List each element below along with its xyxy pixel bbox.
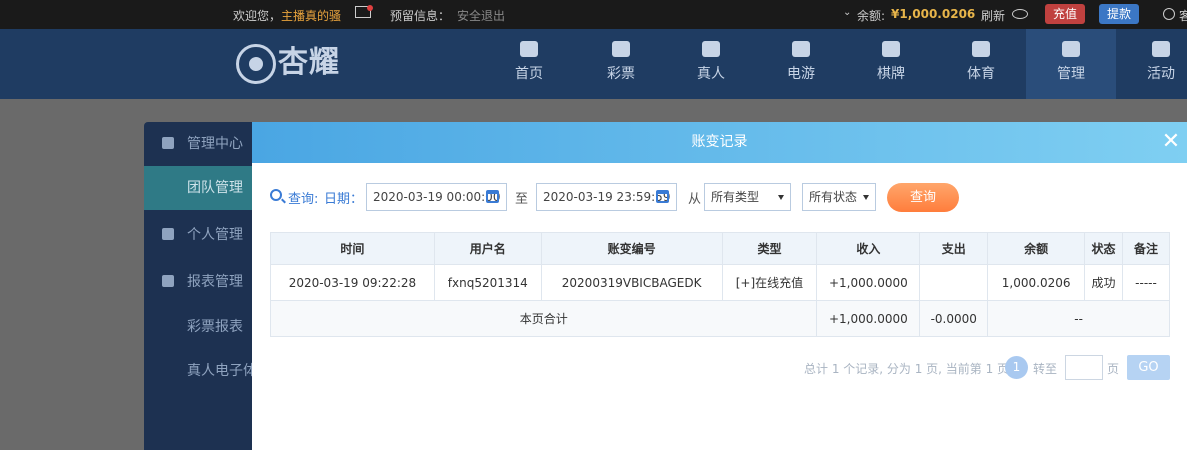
summary-row: 本页合计 +1,000.0000 -0.0000 -- <box>269 300 1170 337</box>
chevron-down-icon <box>778 195 784 200</box>
withdraw-button[interactable]: 提款 <box>1099 4 1140 24</box>
users-icon <box>1062 41 1080 57</box>
chevron-down-icon <box>863 195 869 200</box>
balance-label: 余额: <box>857 9 886 23</box>
chat-icon[interactable] <box>1163 8 1175 20</box>
summary-label: 本页合计 <box>269 300 818 337</box>
calendar-icon[interactable] <box>486 190 499 203</box>
top-bar: 欢迎您，主播真的骚 预留信息： 安全退出 ⌄ 余额: ¥1,000.0206 刷… <box>0 0 1187 29</box>
page-unit-label: 页 <box>1107 362 1120 376</box>
nav-item-manage[interactable]: 管理 <box>1026 29 1116 99</box>
col-header: 类型 <box>721 232 818 265</box>
cell-income: +1,000.0000 <box>816 264 921 301</box>
status-select[interactable]: 所有状态 <box>802 183 876 211</box>
mail-icon[interactable] <box>355 5 373 18</box>
cell-user: fxnq5201314 <box>433 264 542 301</box>
col-header: 用户名 <box>433 232 542 265</box>
cell-expense <box>919 264 989 301</box>
nav-item-promo[interactable]: 活动 <box>1126 41 1187 83</box>
col-header: 备注 <box>1122 232 1170 265</box>
main-nav: 杏耀 首页 彩票 真人 电游 棋牌 体育 管理 活动 <box>0 29 1187 99</box>
user-icon <box>162 228 174 240</box>
eye-hide-icon[interactable] <box>1012 9 1028 19</box>
type-select[interactable]: 所有类型 <box>704 183 791 211</box>
col-header: 账变编号 <box>540 232 723 265</box>
goto-label: 转至 <box>1033 362 1058 376</box>
lottery-icon <box>612 41 630 57</box>
nav-item-lottery[interactable]: 彩票 <box>586 41 656 83</box>
reserve-info-label: 预留信息： <box>390 9 451 23</box>
nav-item-sports[interactable]: 体育 <box>946 41 1016 83</box>
col-header: 余额 <box>987 232 1086 265</box>
logo-crest-icon <box>236 44 276 84</box>
logout-link[interactable]: 安全退出 <box>457 7 505 24</box>
col-header: 时间 <box>270 232 435 265</box>
query-label: 查询: <box>288 192 319 207</box>
cell-status: 成功 <box>1084 264 1124 301</box>
recharge-button[interactable]: 充值 <box>1045 4 1086 24</box>
current-page[interactable]: 1 <box>1005 356 1028 379</box>
customer-service-link[interactable]: 客 <box>1179 7 1187 24</box>
col-header: 收入 <box>816 232 921 265</box>
records-table: 时间 用户名 账变编号 类型 收入 支出 余额 状态 备注 2020-03-19… <box>269 232 1170 337</box>
col-header: 状态 <box>1084 232 1124 265</box>
cell-balance: 1,000.0206 <box>987 264 1086 301</box>
balance-value: ¥1,000.0206 <box>891 7 976 21</box>
cell-time: 2020-03-19 09:22:28 <box>270 264 435 301</box>
users-icon <box>162 137 174 149</box>
search-icon <box>270 189 282 201</box>
cell-type: [+]在线充值 <box>721 264 818 301</box>
date-label: 日期： <box>324 192 364 207</box>
summary-income: +1,000.0000 <box>816 300 921 337</box>
refresh-link[interactable]: 刷新 <box>981 7 1005 24</box>
site-logo[interactable]: 杏耀 <box>236 37 340 84</box>
from-label: 从 <box>688 192 702 207</box>
home-icon <box>520 41 538 57</box>
welcome-text: 欢迎您，主播真的骚 <box>233 9 342 23</box>
modal-title: 账变记录 <box>691 134 748 150</box>
col-header: 支出 <box>919 232 989 265</box>
query-button[interactable]: 查询 <box>887 183 959 212</box>
chevron-down-icon[interactable]: ⌄ <box>843 7 851 18</box>
nav-item-cards[interactable]: 棋牌 <box>856 41 926 83</box>
calendar-icon[interactable] <box>656 190 669 203</box>
summary-rest: -- <box>987 300 1170 337</box>
game-icon <box>792 41 810 57</box>
live-icon <box>702 41 720 57</box>
modal-header: 账变记录 ✕ <box>252 122 1187 163</box>
table-row: 2020-03-19 09:22:28 fxnq5201314 20200319… <box>270 264 1170 301</box>
to-label: 至 <box>515 192 529 207</box>
transaction-records-modal: 账变记录 ✕ 查询: 日期： 2020-03-19 00:00:00 至 202… <box>252 122 1187 450</box>
nav-item-home[interactable]: 首页 <box>494 41 564 83</box>
cell-note: ----- <box>1122 264 1170 301</box>
close-icon[interactable]: ✕ <box>1161 131 1181 153</box>
pagination-info: 总计 1 个记录, 分为 1 页, 当前第 1 页 <box>804 362 1010 376</box>
nav-item-egame[interactable]: 电游 <box>766 41 836 83</box>
mail-unread-dot <box>367 5 373 11</box>
nav-item-live[interactable]: 真人 <box>676 41 746 83</box>
summary-expense: -0.0000 <box>919 300 989 337</box>
goto-page-input[interactable] <box>1065 355 1103 380</box>
username-link[interactable]: 主播真的骚 <box>281 9 341 23</box>
gift-icon <box>1152 41 1170 57</box>
cards-icon <box>882 41 900 57</box>
table-header-row: 时间 用户名 账变编号 类型 收入 支出 余额 状态 备注 <box>270 232 1170 265</box>
go-button[interactable]: GO <box>1127 355 1170 380</box>
report-icon <box>162 275 174 287</box>
trophy-icon <box>972 41 990 57</box>
cell-code: 20200319VBICBAGEDK <box>540 264 723 301</box>
